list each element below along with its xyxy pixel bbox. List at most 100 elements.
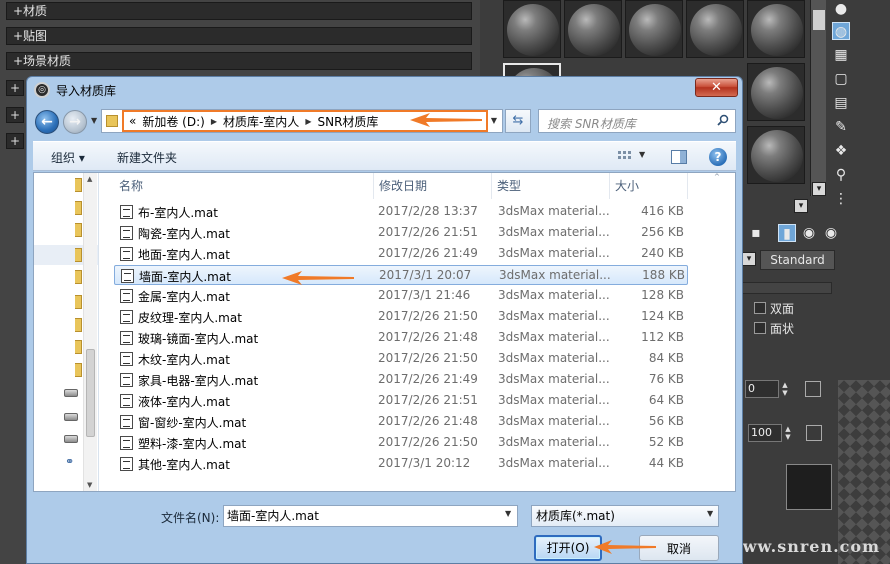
breadcrumb-current[interactable]: SNR材质库	[314, 113, 381, 130]
rollout-scene-materials[interactable]: +场景材质	[6, 52, 472, 70]
table-row-selected[interactable]: 墙面-室内人.mat 2017/3/1 20:07 3dsMax material.…	[114, 265, 688, 285]
help-icon[interactable]: ?	[709, 148, 727, 166]
column-header-modified[interactable]: 修改日期	[374, 173, 492, 199]
breadcrumb-folder[interactable]: 材质库-室内人	[220, 113, 302, 130]
material-type-standard[interactable]: Standard	[760, 250, 835, 270]
folder-icon[interactable]	[75, 178, 82, 192]
search-input[interactable]: 搜索 SNR材质库	[538, 109, 736, 133]
rollout-expand-button[interactable]: +	[6, 107, 24, 123]
slots-scrollbar[interactable]	[810, 0, 826, 196]
map-slot-button[interactable]	[806, 425, 822, 441]
table-row[interactable]: 金属-室内人.mat 2017/3/1 21:46 3dsMax material.…	[114, 286, 688, 306]
spinner-field[interactable]: 100	[748, 424, 782, 442]
table-row[interactable]: 玻璃-镜面-室内人.mat 2017/2/26 21:48 3dsMax mater…	[114, 328, 688, 348]
map-preview-box[interactable]	[786, 464, 832, 510]
folder-icon[interactable]	[75, 295, 82, 309]
video-color-icon[interactable]: ▤	[832, 94, 850, 112]
table-row[interactable]: 木纹-室内人.mat 2017/2/26 21:50 3dsMax material…	[114, 349, 688, 369]
go-to-parent-icon[interactable]: ◉	[822, 224, 840, 242]
backlight-icon[interactable]: ◍	[832, 22, 850, 40]
drive-icon[interactable]	[64, 413, 78, 421]
table-row[interactable]: 皮纹理-室内人.mat 2017/2/26 21:50 3dsMax materia…	[114, 307, 688, 327]
material-slot[interactable]	[564, 0, 622, 58]
scroll-down-button[interactable]: ▾	[794, 199, 808, 213]
material-slot[interactable]	[625, 0, 683, 58]
drive-icon[interactable]	[64, 435, 78, 443]
scrollbar-thumb[interactable]	[86, 349, 95, 437]
folder-icon[interactable]	[75, 223, 82, 237]
options-icon[interactable]: ❖	[832, 142, 850, 160]
scroll-up-icon[interactable]: ▲	[87, 175, 92, 183]
spinner-field[interactable]: 0	[745, 380, 779, 398]
close-button[interactable]: ✕	[695, 78, 738, 97]
table-row[interactable]: 地面-室内人.mat 2017/2/26 21:49 3dsMax material…	[114, 244, 688, 264]
filetype-chevron-down-icon[interactable]: ▼	[707, 509, 713, 518]
rollout-maps[interactable]: +贴图	[6, 27, 472, 45]
spinner-arrows[interactable]: ▲ ▼	[784, 425, 792, 441]
back-arrow-icon[interactable]: ←	[35, 110, 59, 134]
folder-icon[interactable]	[75, 340, 82, 354]
scroll-down-icon[interactable]: ▼	[87, 481, 92, 489]
network-icon[interactable]: ⚭	[65, 455, 79, 468]
rollout-materials[interactable]: +材质	[6, 2, 472, 20]
preview-pane-icon[interactable]	[671, 150, 687, 164]
material-slot[interactable]	[503, 0, 561, 58]
rollout-expand-button[interactable]: +	[6, 80, 24, 96]
table-row[interactable]: 家具-电器-室内人.mat 2017/2/26 21:49 3dsMax mater…	[114, 370, 688, 390]
material-slot[interactable]	[747, 63, 805, 121]
put-to-library-icon[interactable]: ▪	[747, 224, 765, 242]
show-map-icon[interactable]: ▮	[778, 224, 796, 242]
table-row[interactable]: 其他-室内人.mat 2017/3/1 20:12 3dsMax material.…	[114, 454, 688, 474]
breadcrumb-separator-icon[interactable]: ▶	[302, 117, 314, 126]
forward-arrow-icon[interactable]: →	[63, 110, 87, 134]
column-header-type[interactable]: 类型	[492, 173, 610, 199]
filename-field[interactable]: 墙面-室内人.mat	[223, 505, 518, 527]
folder-icon[interactable]	[75, 248, 82, 262]
new-folder-button[interactable]: 新建文件夹	[117, 149, 177, 166]
nav-scrollbar[interactable]: ▲ ▼	[83, 173, 97, 491]
drive-icon[interactable]	[64, 389, 78, 397]
scroll-down-button[interactable]: ▾	[812, 182, 826, 196]
make-preview-icon[interactable]: ✎	[832, 118, 850, 136]
organize-menu[interactable]: 组织 ▾	[51, 149, 85, 166]
view-chevron-down-icon[interactable]: ▼	[639, 150, 645, 159]
table-row[interactable]: 窗-窗纱-室内人.mat 2017/2/26 21:48 3dsMax materi…	[114, 412, 688, 432]
map-slot-button[interactable]	[805, 381, 821, 397]
select-by-material-icon[interactable]: ⚲	[832, 166, 850, 184]
view-options-icon[interactable]	[618, 150, 634, 163]
material-slot[interactable]	[747, 0, 805, 58]
table-row[interactable]: 液体-室内人.mat 2017/2/26 21:51 3dsMax material…	[114, 391, 688, 411]
breadcrumb-drive[interactable]: 新加卷 (D:)	[139, 113, 207, 130]
spinner-arrows[interactable]: ▲ ▼	[781, 381, 789, 397]
folder-icon[interactable]	[75, 318, 82, 332]
material-navigator-icon[interactable]: ⋮	[832, 190, 850, 208]
double-sided-checkbox[interactable]	[754, 302, 766, 314]
refresh-icon[interactable]: ⇆	[505, 109, 531, 133]
checker-background-icon[interactable]: ▦	[832, 46, 850, 64]
show-end-result-icon[interactable]: ◉	[800, 224, 818, 242]
table-row[interactable]: 布-室内人.mat 2017/2/28 13:37 3dsMax material.…	[114, 202, 688, 222]
recent-locations-chevron-icon[interactable]: ▼	[91, 114, 101, 128]
scrollbar-thumb[interactable]	[813, 10, 825, 30]
dialog-titlebar[interactable]: ◎ 导入材质库 ✕	[27, 77, 742, 103]
column-header-name[interactable]: 名称	[114, 173, 374, 199]
shader-rollout-header[interactable]	[742, 282, 832, 294]
faceted-checkbox[interactable]	[754, 322, 766, 334]
folder-icon[interactable]	[75, 363, 82, 377]
folder-icon[interactable]	[75, 270, 82, 284]
table-row[interactable]: 塑料-漆-室内人.mat 2017/2/26 21:50 3dsMax materi…	[114, 433, 688, 453]
material-type-dropdown-button[interactable]: ▾	[742, 252, 756, 266]
rollout-expand-button[interactable]: +	[6, 133, 24, 149]
column-header-size[interactable]: 大小	[610, 173, 688, 199]
table-row[interactable]: 陶瓷-室内人.mat 2017/2/26 21:51 3dsMax material…	[114, 223, 688, 243]
folder-icon[interactable]	[75, 201, 82, 215]
address-dropdown-icon[interactable]: ▼	[488, 114, 500, 128]
breadcrumb-separator-icon[interactable]: ▶	[208, 117, 220, 126]
sphere-type-icon[interactable]: ●	[832, 0, 850, 18]
breadcrumb-overflow[interactable]: «	[124, 114, 139, 128]
material-slot[interactable]	[686, 0, 744, 58]
filename-chevron-down-icon[interactable]: ▼	[505, 509, 511, 518]
sample-uv-icon[interactable]: ▢	[832, 70, 850, 88]
material-slot[interactable]	[747, 126, 805, 184]
filetype-select[interactable]: 材质库(*.mat)	[531, 505, 719, 527]
